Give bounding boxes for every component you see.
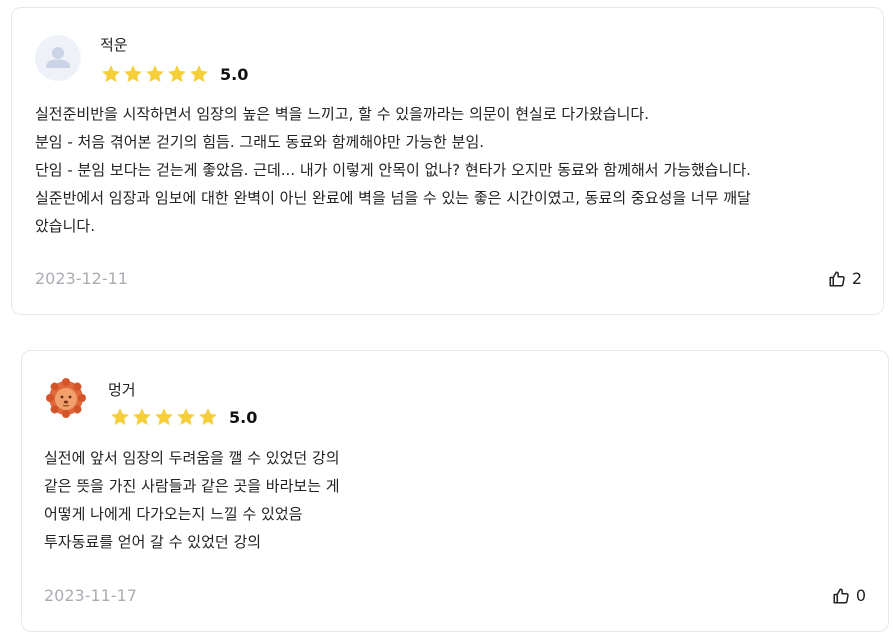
review-card: 적운 5.0 실전준비반을 시작하면서 임장의 높은 벽을 느끼고, 할 수 있…: [11, 7, 884, 315]
star-rating: 5.0: [100, 63, 248, 85]
like-count: 0: [855, 586, 866, 605]
lion-avatar-icon: [46, 378, 86, 418]
star-icon: [133, 408, 151, 425]
star-icon: [190, 65, 208, 82]
review-author: 적운: [100, 36, 128, 54]
review-line: 단임 - 분임 보다는 걷는게 좋았음. 근데... 내가 이렇게 안목이 없나…: [35, 161, 751, 179]
review-line: 투자동료를 얻어 갈 수 있었던 강의: [44, 533, 262, 551]
star-rating: 5.0: [109, 406, 257, 428]
star-icon: [177, 408, 195, 425]
review-line: 실준반에서 임장과 임보에 대한 완벽이 아닌 완료에 벽을 넘을 수 있는 좋…: [35, 189, 751, 207]
like-count: 2: [851, 269, 862, 288]
default-user-icon: [35, 35, 81, 81]
star-icon: [199, 408, 217, 425]
review-date: 2023-11-17: [44, 586, 137, 605]
star-icon: [168, 65, 186, 82]
star-icon: [155, 408, 173, 425]
like-button[interactable]: 2: [828, 269, 862, 288]
review-body: 실전준비반을 시작하면서 임장의 높은 벽을 느끼고, 할 수 있을까라는 의문…: [35, 100, 865, 240]
star-icon: [146, 65, 164, 82]
review-date: 2023-12-11: [35, 269, 128, 288]
review-line: 았습니다.: [35, 217, 95, 235]
star-icon: [111, 408, 129, 425]
review-line: 같은 뜻을 가진 사람들과 같은 곳을 바라보는 게: [44, 477, 340, 495]
rating-score: 5.0: [229, 407, 258, 427]
review-author: 멍거: [108, 381, 136, 399]
star-icon: [102, 65, 120, 82]
review-line: 실전준비반을 시작하면서 임장의 높은 벽을 느끼고, 할 수 있을까라는 의문…: [35, 105, 649, 123]
like-button[interactable]: 0: [832, 586, 866, 605]
thumbs-up-icon: [829, 271, 845, 286]
review-body: 실전에 앞서 임장의 두려움을 깰 수 있었던 강의 같은 뜻을 가진 사람들과…: [44, 444, 864, 556]
thumbs-up-icon: [833, 588, 849, 603]
review-line: 어떻게 나에게 다가오는지 느낄 수 있었음: [44, 505, 303, 523]
review-card: 멍거 5.0 실전에 앞서 임장의 두려움을 깰 수 있었던 강의 같은 뜻을 …: [21, 350, 889, 632]
review-line: 실전에 앞서 임장의 두려움을 깰 수 있었던 강의: [44, 449, 340, 467]
review-line: 분임 - 처음 겪어본 걷기의 힘듬. 그래도 동료와 함께해야만 가능한 분임…: [35, 133, 485, 151]
star-icon: [124, 65, 142, 82]
rating-score: 5.0: [220, 64, 249, 84]
